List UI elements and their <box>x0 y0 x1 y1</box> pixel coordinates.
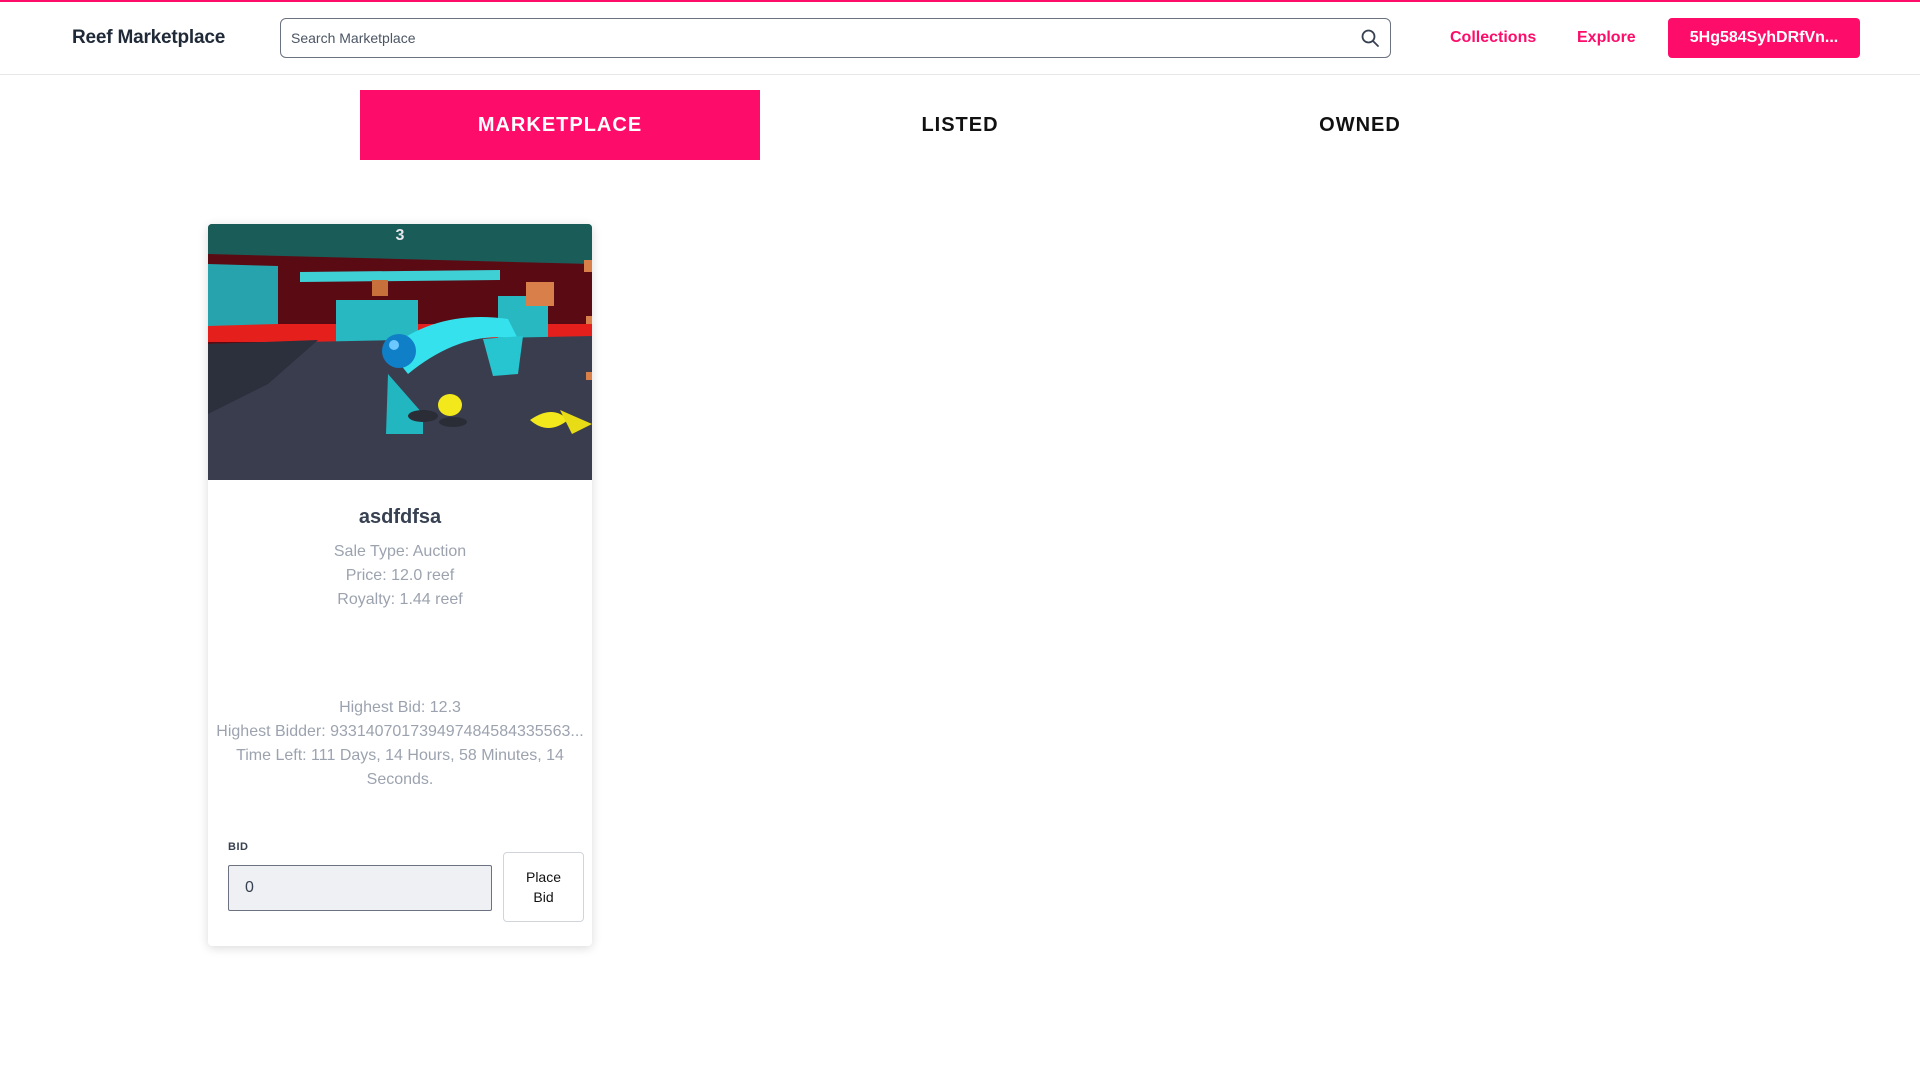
tab-marketplace[interactable]: MARKETPLACE <box>360 90 760 160</box>
highest-bidder: Highest Bidder: 933140701739497484584335… <box>216 723 584 740</box>
highest-bid: Highest Bid: 12.3 <box>339 699 461 716</box>
site-logo[interactable]: Reef Marketplace <box>72 27 225 49</box>
bid-label: BID <box>228 841 249 853</box>
nav-link-collections[interactable]: Collections <box>1450 29 1536 47</box>
bid-input[interactable] <box>228 865 492 911</box>
tab-owned[interactable]: OWNED <box>1160 90 1560 160</box>
account-button[interactable]: 5Hg584SyhDRfVn... <box>1668 18 1860 58</box>
image-overlay-number: 3 <box>396 227 405 244</box>
nft-card: 3 asdfdfsa Sale Type: Auction Price: 12.… <box>208 224 592 946</box>
nft-image[interactable]: 3 <box>208 224 592 480</box>
nft-title: asdfdfsa <box>358 506 442 528</box>
search-icon[interactable] <box>1360 28 1380 48</box>
top-navbar: Reef Marketplace Collections Explore 5Hg… <box>0 2 1920 75</box>
search-bar <box>280 18 1391 58</box>
sale-type: Sale Type: Auction <box>333 543 467 560</box>
time-left: Time Left: 111 Days, 14 Hours, 58 Minute… <box>236 747 564 788</box>
search-input[interactable] <box>281 19 1390 57</box>
price: Price: 12.0 reef <box>345 567 455 584</box>
tab-listed[interactable]: LISTED <box>760 90 1160 160</box>
nav-link-explore[interactable]: Explore <box>1577 29 1636 47</box>
tab-bar: MARKETPLACE LISTED OWNED <box>360 90 1560 160</box>
royalty: Royalty: 1.44 reef <box>337 591 463 608</box>
place-bid-button[interactable]: Place Bid <box>503 852 584 922</box>
